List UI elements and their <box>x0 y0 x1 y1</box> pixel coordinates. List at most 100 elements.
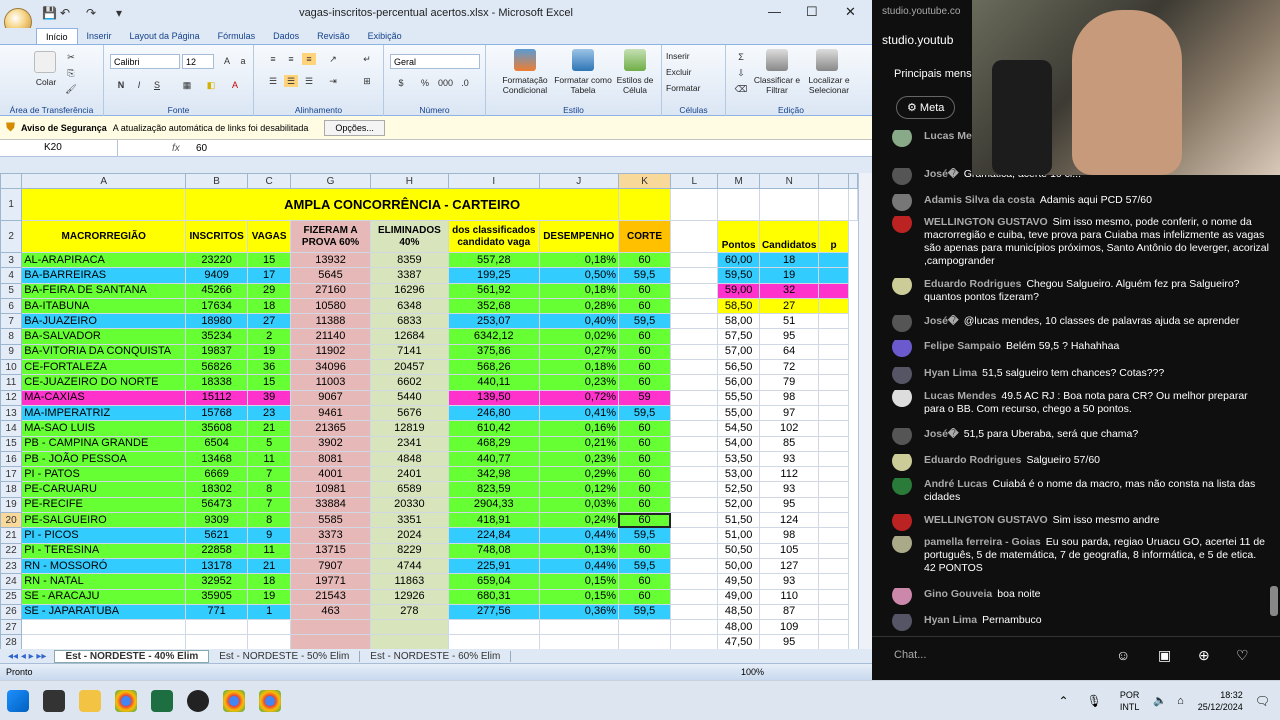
align-right-icon[interactable]: ☰ <box>302 75 316 87</box>
sheet-cell[interactable]: CE-FORTALEZA <box>21 359 187 376</box>
sheet-cell[interactable]: 139,50 <box>448 389 540 406</box>
chat-message[interactable]: José� @lucas mendes, 10 classes de palavr… <box>892 315 1270 332</box>
sheet-cell[interactable] <box>670 282 719 299</box>
candidates-cell[interactable]: 112 <box>758 466 820 483</box>
sheet-cell[interactable]: 9409 <box>185 267 248 284</box>
align-bottom-icon[interactable]: ≡ <box>302 53 316 65</box>
sheet-cell[interactable] <box>818 251 849 269</box>
sheet-cell[interactable]: 463 <box>290 603 371 621</box>
sheet-cell[interactable] <box>818 297 849 315</box>
sheet-cell[interactable]: 2341 <box>369 435 450 452</box>
sheet-cell[interactable]: 5585 <box>290 512 371 529</box>
sheet-cell[interactable]: 9067 <box>290 389 371 406</box>
sheet-cell[interactable] <box>818 450 849 468</box>
sheet-cell[interactable]: 21 <box>246 557 292 575</box>
points-cell[interactable]: 51,50 <box>717 512 760 529</box>
column-header[interactable] <box>818 173 849 189</box>
sheet-cell[interactable]: BA-SALVADOR <box>21 328 187 345</box>
thousands-icon[interactable]: 000 <box>438 77 453 89</box>
sheet-cell[interactable]: AL-ARAPIRACA <box>21 251 187 269</box>
align-center-icon[interactable]: ☰ <box>284 75 298 87</box>
format-cells-button[interactable]: Formatar <box>666 83 724 93</box>
sheet-cell[interactable]: BA-ITABUNA <box>21 297 187 315</box>
row-header[interactable]: 11 <box>0 374 23 391</box>
start-icon[interactable] <box>7 689 29 712</box>
sheet-cell[interactable]: 60 <box>617 251 672 269</box>
sheet-cell[interactable]: 19 <box>246 343 292 361</box>
sheet-cell[interactable]: 60 <box>617 359 672 376</box>
column-header[interactable]: C <box>246 173 292 189</box>
tab-inicio[interactable]: Início <box>36 28 78 44</box>
row-header[interactable]: 17 <box>0 466 23 483</box>
candidates-cell[interactable]: 109 <box>758 619 820 636</box>
candidates-cell[interactable]: 93 <box>758 573 820 590</box>
sheet-cell[interactable] <box>818 634 849 649</box>
sheet-cell[interactable]: 7 <box>246 496 292 514</box>
sheet-cell[interactable] <box>818 527 849 544</box>
candidates-cell[interactable]: 98 <box>758 389 820 406</box>
points-cell[interactable]: 60,00 <box>717 251 760 269</box>
tab-layout[interactable]: Layout da Página <box>121 28 209 44</box>
sheet-cell[interactable]: 0,15% <box>538 573 619 590</box>
row-header[interactable]: 6 <box>0 297 23 315</box>
sheet-cell[interactable]: 6669 <box>185 466 248 483</box>
sheet-cell[interactable] <box>717 188 760 221</box>
sheet-cell[interactable] <box>670 619 719 636</box>
insert-cells-button[interactable]: Inserir <box>666 51 724 61</box>
chat-header[interactable]: Principais mensa <box>894 68 978 80</box>
points-cell[interactable]: 57,00 <box>717 343 760 361</box>
sheet-cell[interactable] <box>290 634 371 649</box>
sheet-cell[interactable] <box>818 588 849 605</box>
sheet-cell[interactable] <box>538 634 619 649</box>
language-indicator[interactable]: POR INTL <box>1120 689 1140 713</box>
sheet-cell[interactable] <box>818 282 849 299</box>
sheet-cell[interactable]: 60 <box>617 588 672 605</box>
sheet-cell[interactable]: 0,36% <box>538 603 619 621</box>
spreadsheet-grid[interactable]: A B C G H I J K L M N 1 AMPLA CONCORRÊNCIA - CARTEIR… <box>0 173 858 649</box>
sheet-cell[interactable]: 0,15% <box>538 588 619 605</box>
sheet-cell[interactable]: 418,91 <box>448 512 540 529</box>
sheet-cell[interactable]: 13468 <box>185 450 248 468</box>
chrome-profile-icon[interactable] <box>223 689 245 712</box>
sheet-cell[interactable] <box>670 420 719 437</box>
sheet-cell[interactable]: 12819 <box>369 420 450 437</box>
row-header[interactable]: 27 <box>0 619 23 636</box>
sheet-cell[interactable]: 8081 <box>290 450 371 468</box>
row-header[interactable]: 4 <box>0 267 23 284</box>
row-header[interactable]: 13 <box>0 404 23 422</box>
sheet-cell[interactable]: 224,84 <box>448 527 540 544</box>
fx-icon[interactable]: fx <box>172 143 192 154</box>
sheet-cell[interactable]: 60 <box>617 466 672 483</box>
chat-message[interactable]: Felipe Sampaio Belém 59,5 ? Hahahhaa <box>892 340 1270 357</box>
sheet-cell[interactable]: 21365 <box>290 420 371 437</box>
row-header[interactable]: 21 <box>0 527 23 544</box>
chat-input[interactable]: Chat... <box>894 649 1224 661</box>
sheet-cell[interactable]: 7907 <box>290 557 371 575</box>
sheet-cell[interactable] <box>818 313 849 330</box>
sheet-cell[interactable]: p <box>818 220 849 253</box>
sheet-cell[interactable]: 771 <box>185 603 248 621</box>
points-cell[interactable]: 55,50 <box>717 389 760 406</box>
sheet-cell[interactable]: 60 <box>617 496 672 514</box>
tab-revisao[interactable]: Revisão <box>308 28 359 44</box>
sheet-cell[interactable]: 60 <box>617 573 672 590</box>
points-cell[interactable]: 58,50 <box>717 297 760 315</box>
chat-message[interactable]: Eduardo Rodrigues Chegou Salgueiro. Algué… <box>892 278 1270 308</box>
paste-icon[interactable] <box>34 51 56 73</box>
candidates-cell[interactable]: 85 <box>758 435 820 452</box>
sheet-cell[interactable] <box>246 634 292 649</box>
sheet-cell[interactable] <box>670 634 719 649</box>
sheet-cell[interactable]: 19 <box>246 588 292 605</box>
sheet-cell[interactable]: 39 <box>246 389 292 406</box>
conditional-format-button[interactable]: Formatação Condicional <box>494 75 556 95</box>
sheet-cell[interactable]: 13932 <box>290 251 371 269</box>
tab-exibicao[interactable]: Exibição <box>359 28 411 44</box>
candidates-cell[interactable]: 97 <box>758 404 820 422</box>
candidates-cell[interactable]: 102 <box>758 420 820 437</box>
points-cell[interactable]: 54,00 <box>717 435 760 452</box>
sheet-cell[interactable]: BA-BARREIRAS <box>21 267 187 284</box>
cut-icon[interactable]: ✂ <box>64 51 78 63</box>
sheet-cell[interactable]: 468,29 <box>448 435 540 452</box>
sheet-cell[interactable] <box>670 588 719 605</box>
sheet-cell[interactable]: 6342,12 <box>448 328 540 345</box>
